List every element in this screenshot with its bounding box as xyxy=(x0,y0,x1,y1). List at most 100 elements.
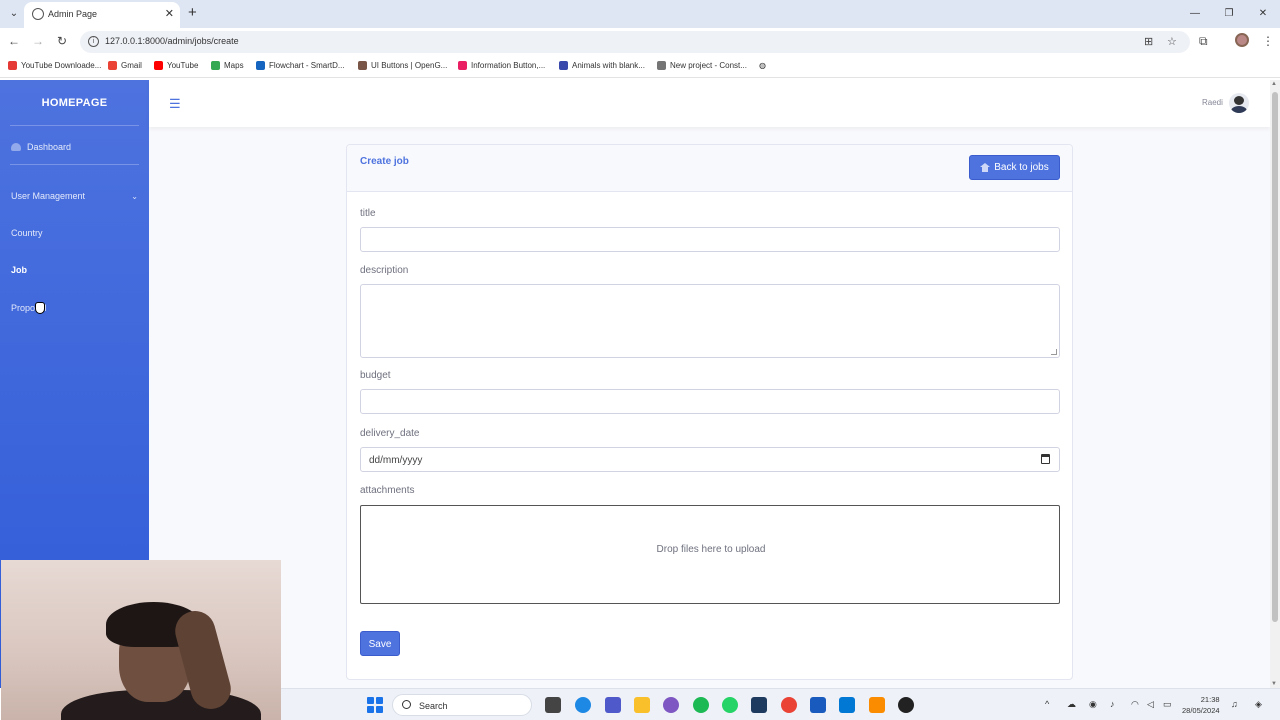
security-icon[interactable]: ◉ xyxy=(1089,699,1097,710)
copilot-icon[interactable] xyxy=(663,697,679,713)
app-icon[interactable] xyxy=(751,697,767,713)
taskbar-search-placeholder: Search xyxy=(419,701,448,711)
window-controls: — ❐ ✕ xyxy=(1178,0,1280,28)
calendar-icon[interactable] xyxy=(1041,454,1050,464)
sidebar-divider xyxy=(10,164,139,165)
start-menu-icon[interactable] xyxy=(367,697,383,713)
taskbar-search[interactable]: Search xyxy=(392,694,532,716)
globe-icon xyxy=(32,8,44,20)
new-tab-button[interactable]: + xyxy=(188,4,197,21)
battery-icon[interactable]: ▭ xyxy=(1163,699,1172,710)
notification-bell-icon[interactable]: ♫ xyxy=(1231,699,1238,709)
taskbar-clock[interactable]: 21:38 28/05/2024 xyxy=(1182,694,1220,716)
bookmark-item[interactable]: YouTube xyxy=(154,61,198,70)
bookmark-item[interactable]: Information Button,... xyxy=(458,61,545,70)
task-view-icon[interactable] xyxy=(545,697,561,713)
bookmark-star-icon[interactable]: ☆ xyxy=(1167,35,1177,48)
bookmark-favicon-icon xyxy=(256,61,265,70)
tray-chevron-icon[interactable]: ^ xyxy=(1045,699,1049,709)
forward-arrow-icon[interactable]: → xyxy=(30,34,46,48)
date-placeholder: dd/mm/yyyy xyxy=(369,455,423,466)
bookmark-label: New project - Const... xyxy=(670,61,747,70)
bookmark-label: Flowchart - SmartD... xyxy=(269,61,345,70)
word-icon[interactable] xyxy=(810,697,826,713)
bookmark-item[interactable]: Animals with blank... xyxy=(559,61,645,70)
sidebar-item-label: Job xyxy=(11,265,28,275)
title-input[interactable] xyxy=(360,227,1060,252)
spotify-icon[interactable] xyxy=(693,697,709,713)
bookmark-label: Animals with blank... xyxy=(572,61,645,70)
github-icon[interactable] xyxy=(898,697,914,713)
bookmark-favicon-icon xyxy=(211,61,220,70)
url-text[interactable]: 127.0.0.1:8000/admin/jobs/create xyxy=(105,36,239,46)
microphone-icon[interactable]: ♪ xyxy=(1110,699,1115,709)
bookmark-label: YouTube Downloade... xyxy=(21,61,102,70)
bookmark-item[interactable]: Flowchart - SmartD... xyxy=(256,61,345,70)
bookmark-item[interactable]: New project - Const... xyxy=(657,61,747,70)
extensions-icon[interactable]: ⧉ xyxy=(1199,34,1208,49)
vscode-icon[interactable] xyxy=(839,697,855,713)
profile-avatar-icon[interactable] xyxy=(1235,33,1249,47)
browser-tab[interactable]: Admin Page ✕ xyxy=(24,2,180,28)
translate-icon[interactable]: ⊞ xyxy=(1144,35,1153,48)
avatar[interactable] xyxy=(1229,93,1249,113)
topbar: ☰ Raedi xyxy=(149,80,1270,127)
bookmarks-bar: YouTube Downloade... Gmail YouTube Maps Flow… xyxy=(0,56,1280,78)
save-button[interactable]: Save xyxy=(360,631,400,656)
edge-icon[interactable] xyxy=(575,697,591,713)
tab-search-chevron-icon[interactable]: ⌄ xyxy=(6,6,22,22)
bookmark-item[interactable]: Maps xyxy=(211,61,244,70)
file-explorer-icon[interactable] xyxy=(634,697,650,713)
webcam-overlay xyxy=(1,560,281,720)
widgets-icon[interactable]: ◈ xyxy=(1255,699,1262,710)
reload-icon[interactable]: ↻ xyxy=(54,34,70,48)
resize-handle-icon[interactable] xyxy=(1051,349,1057,355)
sidebar-item-dashboard[interactable]: Dashboard xyxy=(11,142,71,152)
hamburger-menu-icon[interactable]: ☰ xyxy=(169,96,181,112)
back-to-jobs-button[interactable]: Back to jobs xyxy=(969,155,1060,180)
address-bar[interactable]: i 127.0.0.1:8000/admin/jobs/create ⊞ ☆ xyxy=(80,31,1190,53)
teams-icon[interactable] xyxy=(605,697,621,713)
bookmark-item[interactable]: YouTube Downloade... xyxy=(8,61,101,70)
sidebar-brand[interactable]: HOMEPAGE xyxy=(0,97,149,109)
volume-icon[interactable]: ◁ xyxy=(1147,699,1154,710)
sidebar-item-label: Dashboard xyxy=(27,142,72,152)
bookmark-item[interactable]: Gmail xyxy=(108,61,142,70)
description-textarea[interactable] xyxy=(360,284,1060,358)
close-window-icon[interactable]: ✕ xyxy=(1246,0,1280,28)
user-name[interactable]: Raedi xyxy=(1202,98,1223,107)
search-icon xyxy=(402,700,411,709)
minimize-icon[interactable]: — xyxy=(1178,0,1212,28)
chrome-icon[interactable] xyxy=(781,697,797,713)
attachments-dropzone[interactable]: Drop files here to upload xyxy=(360,505,1060,604)
sidebar-item-job[interactable]: Job xyxy=(11,265,27,275)
scroll-thumb[interactable] xyxy=(1272,92,1278,622)
card-header: Create job Back to jobs xyxy=(347,145,1072,192)
sidebar-item-label: User Management xyxy=(11,191,86,201)
scroll-down-icon[interactable]: ▼ xyxy=(1271,681,1277,687)
page-scrollbar[interactable]: ▲ ▼ xyxy=(1270,80,1280,688)
xampp-icon[interactable] xyxy=(869,697,885,713)
whatsapp-icon[interactable] xyxy=(722,697,738,713)
bookmark-item[interactable]: UI Buttons | OpenG... xyxy=(358,61,447,70)
dashboard-icon xyxy=(11,143,21,151)
sidebar-item-user-management[interactable]: User Management ⌄ xyxy=(11,191,138,201)
browser-tab-strip: ⌄ Admin Page ✕ + — ❐ ✕ xyxy=(0,0,1280,28)
home-icon xyxy=(980,163,991,172)
onedrive-icon[interactable]: ☁ xyxy=(1067,699,1076,710)
site-info-icon[interactable]: i xyxy=(88,36,99,47)
bookmark-favicon-icon xyxy=(458,61,467,70)
bookmark-favicon-icon xyxy=(108,61,117,70)
sidebar-item-country[interactable]: Country xyxy=(11,228,43,238)
restore-icon[interactable]: ❐ xyxy=(1212,0,1246,28)
budget-input[interactable] xyxy=(360,389,1060,414)
back-arrow-icon[interactable]: ← xyxy=(6,34,22,48)
bookmark-favicon-icon xyxy=(358,61,367,70)
wifi-icon[interactable]: ◠ xyxy=(1131,699,1139,710)
bookmark-globe-icon[interactable]: ◍ xyxy=(759,61,766,70)
scroll-up-icon[interactable]: ▲ xyxy=(1271,81,1277,87)
delivery-date-input[interactable]: dd/mm/yyyy xyxy=(360,447,1060,472)
tab-close-icon[interactable]: ✕ xyxy=(165,7,174,20)
browser-menu-icon[interactable]: ⋮ xyxy=(1262,34,1274,48)
tab-title: Admin Page xyxy=(48,9,98,19)
